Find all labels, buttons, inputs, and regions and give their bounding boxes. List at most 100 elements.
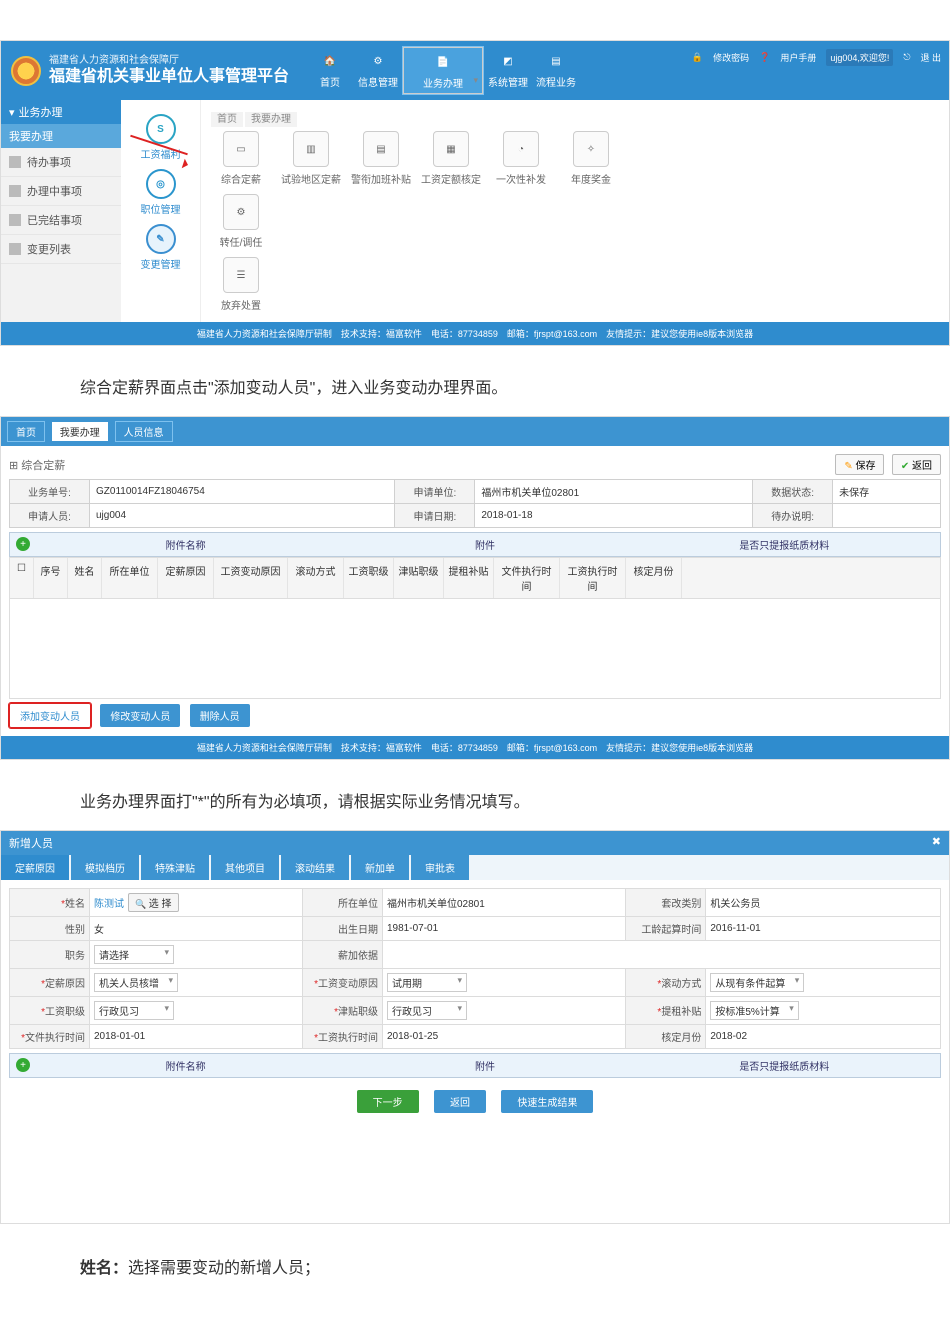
inner-tab-home[interactable]: 首页	[211, 112, 243, 127]
ftab-allow[interactable]: 特殊津贴	[141, 855, 209, 880]
v-mon[interactable]: 2018-02	[706, 1025, 941, 1049]
cat-salary[interactable]: S工资福利	[121, 114, 200, 161]
ftab-roll[interactable]: 滚动结果	[281, 855, 349, 880]
ftab-appr[interactable]: 审批表	[411, 855, 469, 880]
reason-select[interactable]: 机关人员核增	[94, 973, 178, 992]
card-bonus[interactable]: ✧年度奖金	[561, 131, 621, 186]
v-basis[interactable]	[383, 941, 941, 969]
tb2-home[interactable]: 首页	[7, 421, 45, 442]
v-date: 2018-01-18	[475, 504, 753, 528]
l-chg: 工资变动原因	[314, 979, 378, 990]
final-note: 姓名：选择需要变动的新增人员；	[80, 1254, 950, 1278]
next-button[interactable]: 下一步	[357, 1090, 419, 1113]
pay-select[interactable]: 行政见习	[94, 1001, 174, 1020]
exit-link[interactable]: 退 出	[920, 51, 941, 64]
list-icon	[9, 185, 21, 197]
inner-tab-todo[interactable]: 我要办理	[245, 112, 297, 127]
allow-select[interactable]: 行政见习	[387, 1001, 467, 1020]
return-button[interactable]: 返回	[892, 454, 941, 475]
panel-title: ⊞ 综合定薪	[9, 457, 65, 473]
nav-sys[interactable]: ◩系统管理	[485, 47, 531, 94]
sidebar-item-todo[interactable]: 待办事项	[1, 148, 121, 177]
l-bizno: 业务单号:	[10, 480, 90, 504]
l-name: 姓名	[61, 899, 85, 910]
plus-icon-3[interactable]: +	[16, 1058, 30, 1072]
attachment-bar: + 附件名称 附件 是否只提报纸质材料	[9, 532, 941, 557]
tb2-person[interactable]: 人员信息	[115, 421, 173, 442]
nav-flow[interactable]: ▤流程业务	[533, 47, 579, 94]
card-abandon[interactable]: ☰放弃处置	[211, 257, 271, 312]
platform-name: 福建省机关事业单位人事管理平台	[49, 67, 289, 86]
nav-info[interactable]: ⚙信息管理	[355, 47, 401, 94]
exit-icon: ⎋	[903, 52, 910, 63]
grid-icon: ⊞	[9, 460, 21, 472]
close-icon[interactable]: ✖	[932, 835, 941, 851]
card-combo[interactable]: ▭综合定薪	[211, 131, 271, 186]
dept-name: 福建省人力资源和社会保障厅	[49, 55, 289, 67]
change-select[interactable]: 试用期	[387, 973, 467, 992]
modify-person-button[interactable]: 修改变动人员	[100, 704, 180, 727]
att-name: 附件名称	[36, 537, 335, 552]
ftab-reason[interactable]: 定薪原因	[1, 855, 69, 880]
v-exect[interactable]: 2018-01-25	[383, 1025, 626, 1049]
l-pay: 工资职级	[41, 1007, 85, 1018]
sidebar-active[interactable]: 我要办理	[1, 124, 121, 148]
table-actions: 添加变动人员 修改变动人员 删除人员	[9, 703, 941, 728]
list-icon	[9, 156, 21, 168]
l-sex: 性别	[10, 917, 90, 941]
ftab-add[interactable]: 新加单	[351, 855, 409, 880]
sidebar-item-inprog[interactable]: 办理中事项	[1, 177, 121, 206]
v-sex: 女	[90, 917, 303, 941]
cat-change[interactable]: ✎变更管理	[121, 224, 200, 271]
sidebar-item-done[interactable]: 已完结事项	[1, 206, 121, 235]
col-reason: 定薪原因	[158, 558, 214, 598]
pwd-link[interactable]: 修改密码	[713, 51, 749, 64]
gift-icon: ✧	[573, 131, 609, 167]
chevron-down-icon: ▾	[9, 106, 15, 119]
help-link[interactable]: 用户手册	[780, 51, 816, 64]
v-job[interactable]: 请选择	[90, 941, 303, 969]
card-quota[interactable]: ▦工资定额核定	[421, 131, 481, 186]
sidebar-group: ▾业务办理	[1, 100, 121, 124]
find-button[interactable]: 选 择	[128, 893, 179, 912]
tb2-todo[interactable]: 我要办理	[52, 422, 108, 441]
delete-person-button[interactable]: 删除人员	[190, 704, 250, 727]
l-state: 数据状态:	[753, 480, 833, 504]
sidebar-item-change[interactable]: 变更列表	[1, 235, 121, 264]
add-person-button[interactable]: 添加变动人员	[9, 703, 91, 728]
card-police[interactable]: ▤警衔加班补贴	[351, 131, 411, 186]
save-button[interactable]: 保存	[835, 454, 884, 475]
plus-icon[interactable]: +	[16, 537, 30, 551]
card-transfer[interactable]: ⚙转任/调任	[211, 194, 271, 249]
form-table: 姓名 陈测试选 择 所在单位 福州市机关单位02801 套改类别 机关公务员 性…	[9, 888, 941, 1049]
v-state: 未保存	[833, 480, 941, 504]
inner-tabs: 首页我要办理	[211, 110, 939, 125]
card-test[interactable]: ▥试验地区定薪	[281, 131, 341, 186]
roll-select[interactable]: 从现有条件起算	[710, 973, 804, 992]
edit-icon: ✎	[146, 224, 176, 254]
v-doct[interactable]: 2018-01-01	[90, 1025, 303, 1049]
ftab-other[interactable]: 其他项目	[211, 855, 279, 880]
col-checkbox[interactable]: ☐	[10, 558, 34, 598]
l-doct: 文件执行时间	[21, 1033, 85, 1044]
ftab-hist[interactable]: 模拟档历	[71, 855, 139, 880]
back-button[interactable]: 返回	[434, 1090, 486, 1113]
rent-select[interactable]: 按标准5%计算	[710, 1001, 798, 1020]
col-exectime: 工资执行时间	[560, 558, 626, 598]
att3-file: 附件	[335, 1058, 634, 1073]
col-month: 核定月份	[626, 558, 682, 598]
job-select[interactable]: 请选择	[94, 945, 174, 964]
nav-biz[interactable]: 📄业务办理	[403, 47, 483, 94]
v-unit3: 福州市机关单位02801	[383, 889, 626, 917]
card-once[interactable]: ◔一次性补发	[491, 131, 551, 186]
dialog-title: 新增人员	[9, 835, 53, 851]
cat-position[interactable]: ◎职位管理	[121, 169, 200, 216]
col-idx: 序号	[34, 558, 68, 598]
emblem-icon	[11, 56, 41, 86]
blank-area	[9, 1125, 941, 1215]
l-unit: 申请单位:	[395, 480, 475, 504]
empty-table-body	[9, 599, 941, 699]
nav-home[interactable]: 🏠首页	[307, 47, 353, 94]
quick-button[interactable]: 快速生成结果	[501, 1090, 593, 1113]
l-allow: 津贴职级	[334, 1007, 378, 1018]
